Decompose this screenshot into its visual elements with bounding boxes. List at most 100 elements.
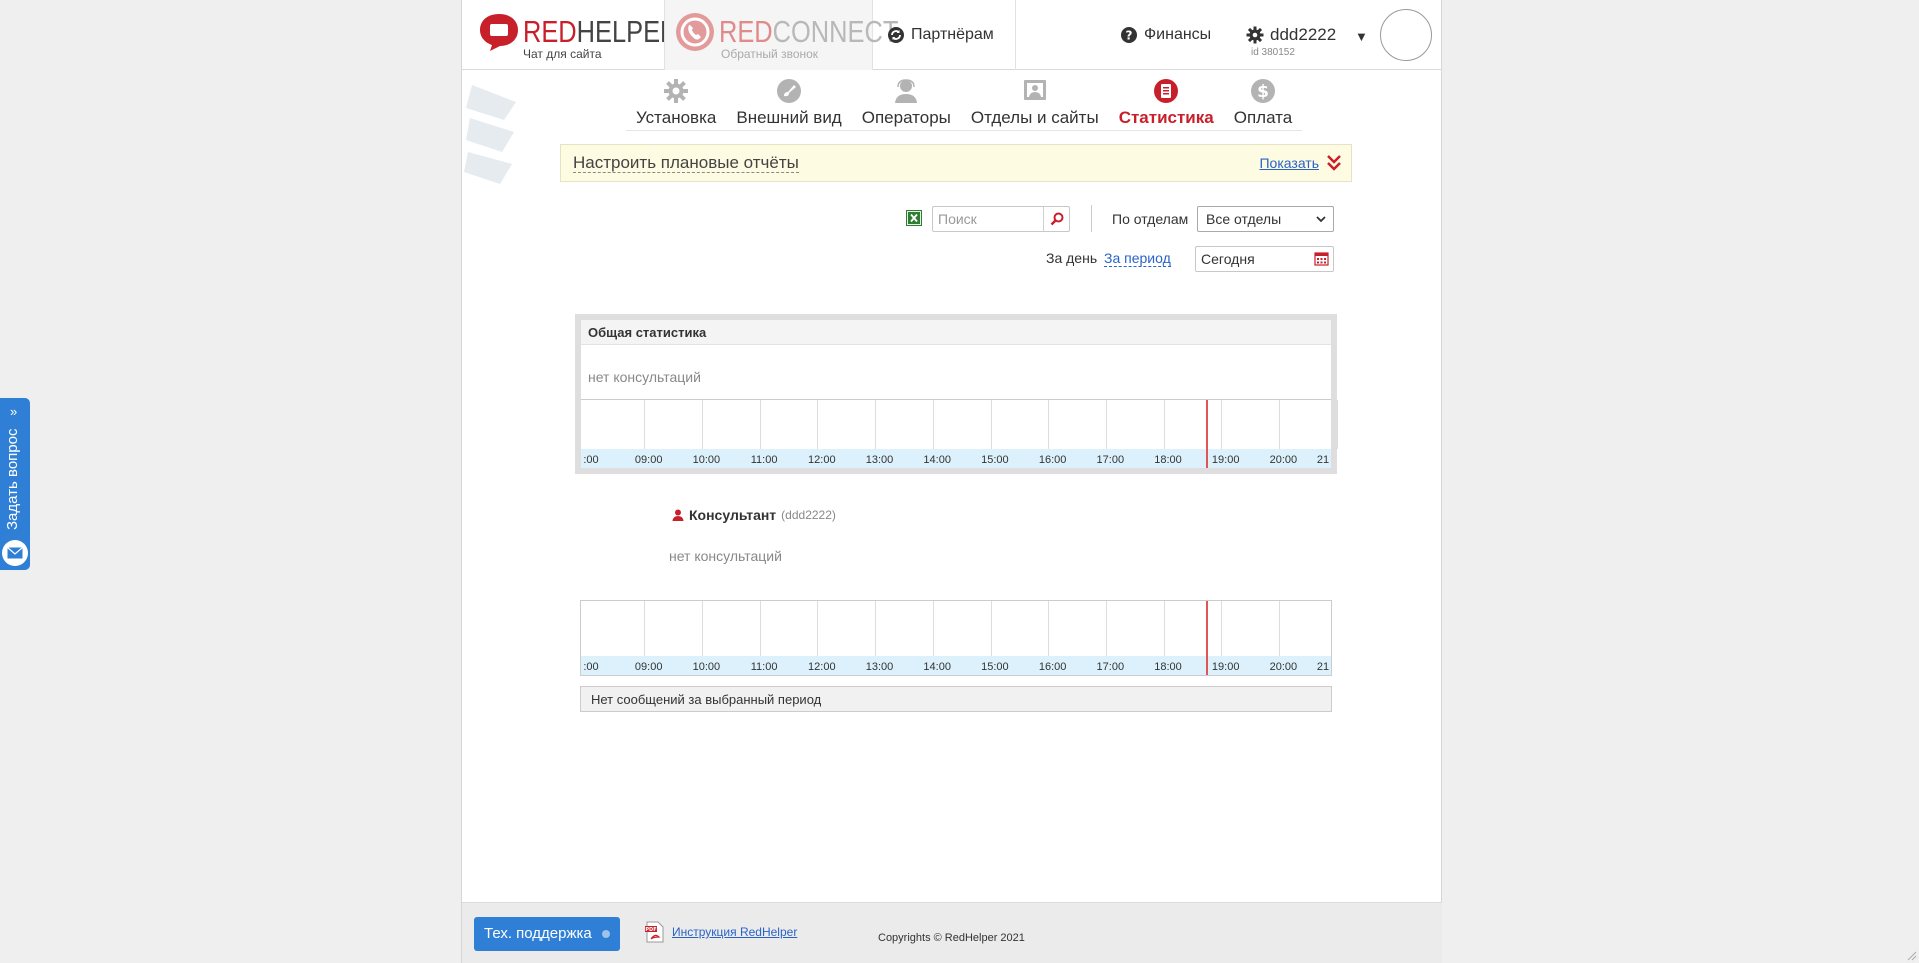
- ask-question-label: Задать вопрос: [4, 428, 21, 530]
- redhelper-logo[interactable]: REDHELPER Чат для сайта: [478, 10, 678, 64]
- main-page: REDHELPER Чат для сайта REDCONNECT Обрат…: [461, 0, 1442, 963]
- search-button[interactable]: [1043, 207, 1069, 231]
- current-time-marker: [1206, 400, 1208, 468]
- department-icon: [1023, 80, 1046, 100]
- timeline-hour-label: :00: [583, 661, 599, 673]
- timeline-hour-label: :00: [583, 454, 599, 466]
- tab-statistics[interactable]: Статистика: [1108, 76, 1224, 131]
- timeline-hour-label: 21: [1316, 454, 1330, 466]
- calendar-icon[interactable]: [1314, 251, 1329, 266]
- search-input[interactable]: [933, 207, 1045, 231]
- consultant-timeline-box: :00 09:00 10:00 11:00 12:00 13:00 14:00 15:00 16…: [580, 600, 1332, 676]
- timeline-hour-label: 13:00: [865, 661, 894, 673]
- chevron-double-right-icon: »: [10, 404, 18, 419]
- user-icon: [672, 509, 684, 521]
- timeline-grid-line: [990, 400, 992, 449]
- timeline-grid-line: [1279, 400, 1281, 449]
- tab-appearance[interactable]: Внешний вид: [726, 76, 852, 131]
- ask-question-tab[interactable]: » Задать вопрос: [0, 398, 30, 570]
- finance-link[interactable]: ? Финансы: [1120, 26, 1211, 44]
- tab-statistics-label: Статистика: [1118, 108, 1214, 127]
- tab-setup[interactable]: Установка: [626, 76, 727, 131]
- date-picker-value: Сегодня: [1201, 251, 1255, 267]
- timeline-grid-line: [1048, 601, 1050, 656]
- timeline-hour-label: 16:00: [1038, 661, 1067, 673]
- scheduled-reports-toggle[interactable]: Настроить плановые отчёты: [573, 154, 799, 173]
- timeline-hour-label: 15:00: [981, 454, 1009, 466]
- scheduled-reports-banner: Настроить плановые отчёты Показать: [560, 144, 1352, 182]
- tab-operators[interactable]: Операторы: [851, 76, 961, 131]
- date-picker[interactable]: Сегодня: [1195, 246, 1334, 272]
- svg-text:PDF: PDF: [645, 927, 656, 933]
- partners-label: Партнёрам: [911, 26, 994, 43]
- manual-link-group: PDF Инструкция RedHelper: [644, 921, 797, 943]
- day-filter-label[interactable]: За день: [1046, 250, 1097, 266]
- general-stats-empty: нет консультаций: [588, 369, 701, 385]
- search-icon: [1050, 212, 1063, 226]
- consultant-name: Консультант: [689, 507, 777, 523]
- double-chevron-down-icon[interactable]: [1327, 154, 1341, 172]
- gear-icon: [664, 79, 689, 103]
- timeline-hour-label: 18:00: [1154, 454, 1182, 466]
- timeline-grid-line: [875, 400, 877, 449]
- redconnect-logo[interactable]: REDCONNECT Обратный звонок: [664, 0, 898, 70]
- finance-label: Финансы: [1144, 26, 1212, 43]
- timeline-hour-label: 18:00: [1154, 661, 1182, 673]
- caret-down-icon[interactable]: ▼: [1355, 29, 1368, 44]
- avatar[interactable]: [1380, 9, 1432, 61]
- timeline-grid-line: [990, 601, 992, 656]
- timeline-hour-label: 17:00: [1096, 454, 1125, 466]
- header: REDHELPER Чат для сайта REDCONNECT Обрат…: [462, 0, 1442, 70]
- chevron-down-icon: [1316, 216, 1326, 223]
- consultant-timeline: :00 09:00 10:00 11:00 12:00 13:00 14:00 15:00 16…: [581, 601, 1331, 675]
- consultant-login: (ddd2222): [781, 508, 836, 522]
- timeline-grid-line: [644, 400, 646, 449]
- timeline-hour-label: 14:00: [923, 454, 951, 466]
- timeline-hour-label: 16:00: [1038, 454, 1067, 466]
- tab-appearance-label: Внешний вид: [736, 108, 842, 127]
- dollar-icon: $: [1250, 79, 1275, 103]
- statistics-icon: [1154, 79, 1179, 103]
- timeline-grid-line: [644, 601, 646, 656]
- general-stats-title: Общая статистика: [581, 320, 1331, 345]
- manual-link[interactable]: Инструкция RedHelper: [672, 925, 797, 939]
- department-select[interactable]: Все отделы: [1197, 206, 1334, 232]
- search-box: [932, 206, 1070, 232]
- copyright: Copyrights © RedHelper 2021: [878, 932, 1025, 944]
- timeline-grid-line: [1336, 400, 1338, 449]
- phone-ring-icon: [676, 13, 714, 51]
- footer: Тех. поддержка PDF Инструкция RedHelper …: [462, 902, 1442, 963]
- support-button[interactable]: Тех. поддержка: [474, 917, 620, 951]
- department-filter-label: По отделам: [1112, 211, 1189, 227]
- header-divider: [1015, 0, 1016, 70]
- tab-departments[interactable]: Отделы и сайты: [960, 76, 1109, 131]
- excel-export-icon[interactable]: [906, 210, 922, 226]
- resize-grip-icon: [1907, 951, 1917, 961]
- filter-separator: [1091, 205, 1092, 232]
- redconnect-wordmark: REDCONNECT: [719, 14, 899, 49]
- gear-icon: [1246, 26, 1264, 44]
- tab-operators-label: Операторы: [861, 108, 951, 127]
- general-stats-timeline: :00 09:00 10:00 11:00 12:00 13:00 14:00 15:00 16…: [581, 399, 1338, 468]
- support-button-label: Тех. поддержка: [484, 925, 592, 942]
- svg-text:?: ?: [1126, 29, 1133, 43]
- chat-bubble-icon: [480, 14, 518, 51]
- timeline-grid-line: [759, 400, 761, 449]
- redhelper-wordmark: REDHELPER: [523, 14, 679, 49]
- user-menu[interactable]: ddd2222: [1246, 26, 1336, 44]
- show-link[interactable]: Показать: [1259, 155, 1319, 171]
- partners-link[interactable]: Партнёрам: [887, 26, 994, 44]
- timeline-grid-line: [1279, 601, 1281, 656]
- user-name: ddd2222: [1270, 25, 1337, 44]
- timeline-grid-line: [702, 601, 704, 656]
- redconnect-tagline: Обратный звонок: [721, 47, 819, 61]
- timeline-grid-line: [1163, 601, 1165, 656]
- tab-payment[interactable]: $ Оплата: [1223, 76, 1303, 131]
- mail-icon: [7, 547, 23, 559]
- timeline-grid-line: [1163, 400, 1165, 449]
- period-filter-link[interactable]: За период: [1104, 250, 1171, 267]
- timeline-hour-label: 17:00: [1096, 661, 1125, 673]
- timeline-hour-label: 09:00: [634, 661, 663, 673]
- timeline-grid-line: [1105, 400, 1107, 449]
- timeline-hour-label: 10:00: [692, 454, 721, 466]
